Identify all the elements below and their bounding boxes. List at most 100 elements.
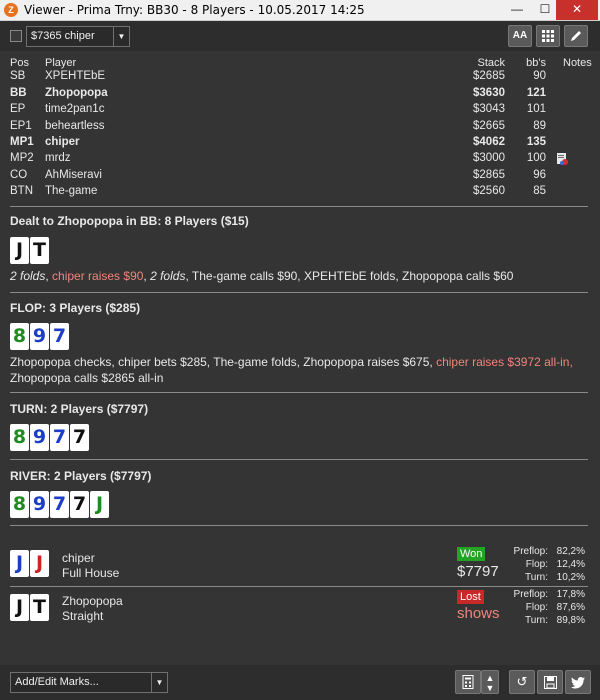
result-amount: shows — [457, 605, 500, 622]
divider — [10, 206, 588, 207]
result-player: Zhopopopa — [62, 594, 123, 608]
action-raise: chiper raises $3972 all-in, — [436, 355, 573, 369]
row-pos: SB — [10, 70, 26, 82]
grid-view-button[interactable] — [536, 25, 560, 47]
table-row[interactable]: SB XPEHTEbE $2685 90 — [10, 70, 590, 86]
row-pos: CO — [10, 169, 28, 181]
chevron-down-icon: ▼ — [113, 27, 129, 46]
row-stack: $2685 — [473, 70, 505, 82]
table-row[interactable]: EP1 beheartless $2665 89 — [10, 120, 590, 136]
action-text: Zhopopopa calls $2865 all-in — [10, 371, 164, 385]
table-row[interactable]: EP time2pan1c $3043 101 — [10, 103, 590, 119]
equity-turn: 89,8% — [556, 615, 585, 626]
card: 8 — [10, 323, 29, 350]
turn-cards: 8977 — [10, 424, 90, 452]
result-hand: Straight — [62, 609, 104, 623]
row-bbs: 121 — [526, 87, 546, 99]
equity-label: Turn: — [525, 572, 548, 583]
row-pos: BB — [10, 87, 27, 99]
card: 9 — [30, 424, 49, 451]
header-bbs[interactable]: bb's — [526, 57, 546, 69]
card: J — [10, 550, 29, 577]
select-checkbox[interactable] — [10, 30, 22, 42]
row-player: chiper — [45, 136, 80, 148]
card: 7 — [70, 424, 89, 451]
font-size-button[interactable]: AA — [508, 25, 532, 47]
pencil-icon — [571, 31, 581, 41]
twitter-icon — [571, 677, 585, 689]
action-folds: 2 folds — [150, 269, 186, 283]
card: J — [90, 491, 109, 518]
chevron-down-icon: ▼ — [151, 673, 167, 692]
card: J — [10, 237, 29, 264]
preflop-heading: Dealt to Zhopopopa in BB: 8 Players ($15… — [10, 214, 249, 228]
equity-preflop: 82,2% — [556, 546, 585, 557]
result-player: chiper — [62, 551, 95, 565]
font-size-label: AA — [512, 30, 528, 41]
turn-heading: TURN: 2 Players ($7797) — [10, 402, 149, 416]
calculator-icon — [462, 675, 474, 689]
toolbar: $7365 chiper ▼ AA — [0, 21, 600, 51]
header-pos[interactable]: Pos — [10, 57, 29, 69]
row-player: Zhopopopa — [45, 87, 108, 99]
equity-flop: 12,4% — [556, 559, 585, 570]
marks-select-value: Add/Edit Marks... — [15, 676, 99, 688]
refresh-icon: ↺ — [516, 674, 528, 689]
card: 8 — [10, 491, 29, 518]
replay-button[interactable]: ↺ — [509, 670, 535, 694]
player-note-icon[interactable] — [556, 153, 568, 165]
card: J — [10, 594, 29, 621]
preflop-actions: 2 folds, chiper raises $90, 2 folds, The… — [10, 268, 585, 284]
hand-list-button[interactable] — [455, 670, 481, 694]
table-row[interactable]: CO AhMiseravi $2865 96 — [10, 169, 590, 185]
card: 7 — [50, 491, 69, 518]
action-raise: chiper raises $90 — [52, 269, 144, 283]
row-stack: $3043 — [473, 103, 505, 115]
edit-button[interactable] — [564, 25, 588, 47]
table-row[interactable]: BTN The-game $2560 85 — [10, 185, 590, 201]
divider — [10, 586, 588, 587]
table-row[interactable]: MP1 chiper $4062 135 — [10, 136, 590, 152]
table-row[interactable]: BB Zhopopopa $3630 121 — [10, 87, 590, 103]
card: 9 — [30, 323, 49, 350]
divider — [10, 392, 588, 393]
result-amount: $7797 — [457, 563, 499, 580]
row-pos: EP1 — [10, 120, 32, 132]
row-pos: MP2 — [10, 152, 34, 164]
player-select-value: $7365 chiper — [31, 30, 95, 42]
row-player: XPEHTEbE — [45, 70, 106, 82]
window-titlebar: Z Viewer - Prima Trny: BB30 - 8 Players … — [0, 0, 600, 21]
row-pos: BTN — [10, 185, 33, 197]
action-text: Zhopopopa checks, chiper bets $285, The-… — [10, 355, 437, 369]
twitter-share-button[interactable] — [565, 670, 591, 694]
save-button[interactable] — [537, 670, 563, 694]
spinner-button[interactable]: ▲ ▼ — [481, 670, 499, 694]
row-bbs: 89 — [533, 120, 546, 132]
card: 7 — [70, 491, 89, 518]
table-row[interactable]: MP2 mrdz $3000 100 — [10, 152, 590, 168]
divider — [10, 459, 588, 460]
row-bbs: 96 — [533, 169, 546, 181]
header-notes[interactable]: Notes — [563, 57, 592, 69]
row-stack: $2865 — [473, 169, 505, 181]
equity-label: Preflop: — [513, 546, 548, 557]
marks-select[interactable]: Add/Edit Marks... ▼ — [10, 672, 168, 693]
equity-label: Preflop: — [513, 589, 548, 600]
header-stack[interactable]: Stack — [477, 57, 505, 69]
bottom-toolbar: Add/Edit Marks... ▼ ▲ ▼ ↺ — [0, 665, 600, 700]
row-stack: $2665 — [473, 120, 505, 132]
equity-label: Flop: — [525, 559, 548, 570]
river-heading: RIVER: 2 Players ($7797) — [10, 469, 152, 483]
showdown-cards: JT — [10, 594, 50, 622]
maximize-button[interactable]: ☐ — [531, 0, 559, 20]
player-select[interactable]: $7365 chiper ▼ — [26, 26, 130, 47]
card: J — [30, 550, 49, 577]
row-bbs: 101 — [526, 103, 546, 115]
row-player: time2pan1c — [45, 103, 105, 115]
minimize-button[interactable]: — — [503, 0, 531, 20]
won-badge: Won — [457, 547, 486, 561]
arrow-up-icon: ▲ — [485, 673, 495, 683]
header-player[interactable]: Player — [45, 57, 76, 69]
close-button[interactable]: ✕ — [556, 0, 598, 20]
card: T — [30, 237, 49, 264]
